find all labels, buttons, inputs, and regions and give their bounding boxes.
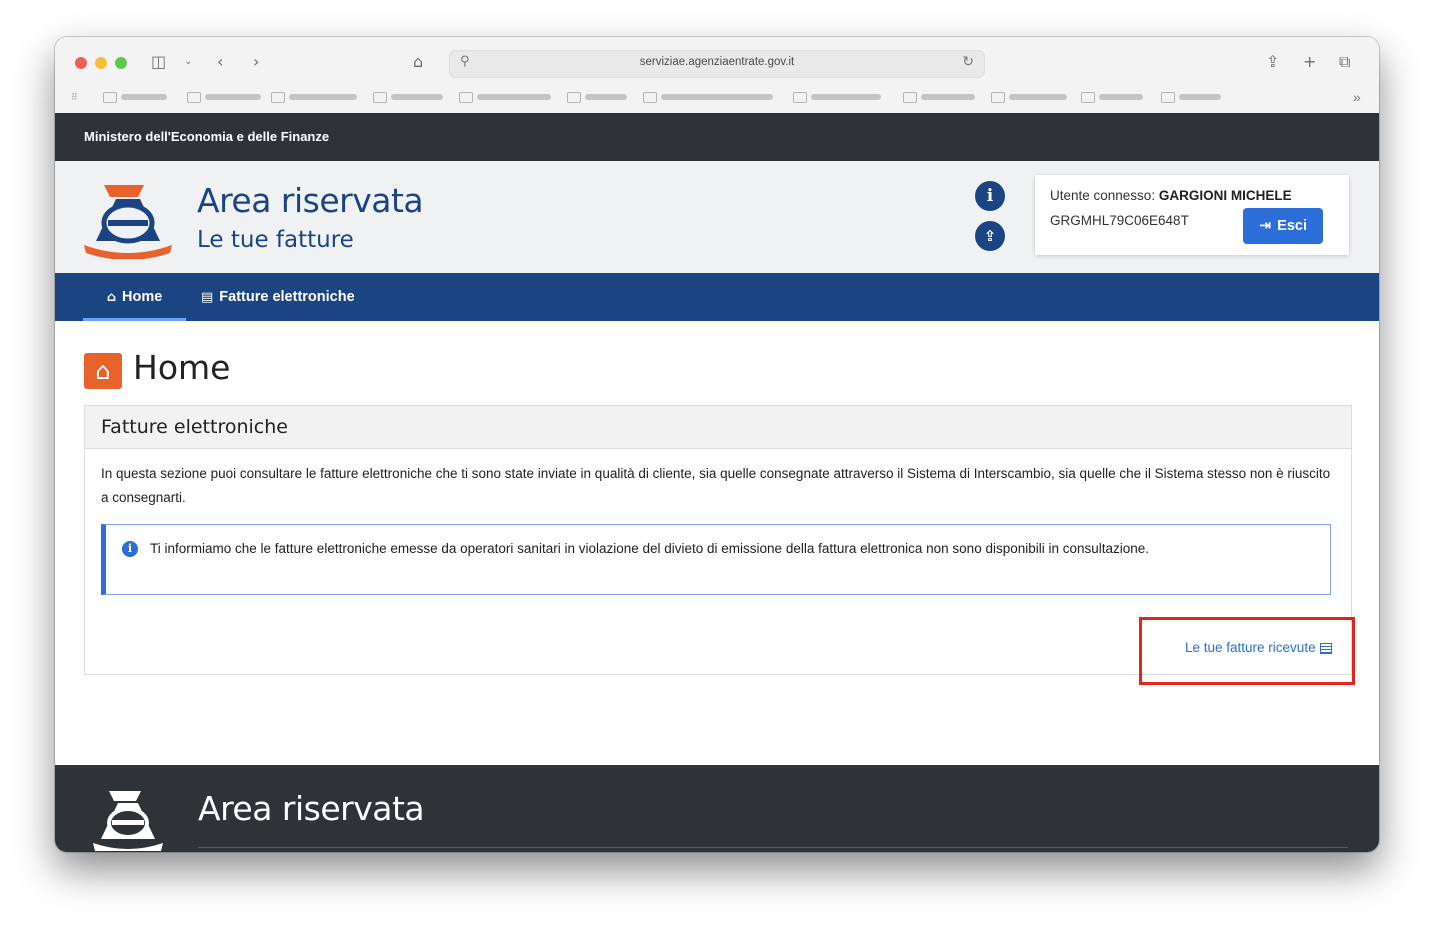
- address-bar[interactable]: ⚲ serviziae.agenziaentrate.gov.it ↻: [449, 50, 985, 78]
- alert-text: Ti informiamo che le fatture elettronich…: [150, 541, 1150, 556]
- logout-button[interactable]: ⇥ Esci: [1243, 208, 1323, 244]
- card-title: Fatture elettroniche: [101, 416, 288, 438]
- minimize-window-button[interactable]: [95, 57, 107, 69]
- info-icon: i: [122, 541, 138, 557]
- upload-button[interactable]: ⇪: [975, 221, 1005, 251]
- nav-fatture-label: Fatture elettroniche: [219, 289, 355, 305]
- ministry-bar: Ministero dell'Economia e delle Finanze: [55, 113, 1379, 161]
- bookmark-folder[interactable]: [643, 91, 773, 103]
- page-title: Home: [133, 348, 231, 387]
- bookmark-folder[interactable]: [1161, 91, 1221, 103]
- sidebar-toggle-icon[interactable]: ◫: [151, 51, 166, 73]
- logout-icon: ⇥: [1259, 218, 1272, 234]
- home-icon[interactable]: ⌂: [413, 51, 423, 73]
- new-tab-icon[interactable]: +: [1303, 51, 1316, 73]
- share-icon[interactable]: ⇪: [1266, 51, 1279, 73]
- bookmark-folder[interactable]: [373, 91, 443, 103]
- home-icon: ⌂: [106, 290, 116, 305]
- chevron-down-icon[interactable]: ⌄: [184, 51, 192, 73]
- highlight-box: [1139, 617, 1355, 685]
- home-icon: ⌂: [84, 353, 122, 389]
- footer-divider: [198, 847, 1348, 848]
- nav-home[interactable]: ⌂ Home: [83, 273, 186, 321]
- connected-user-name: GARGIONI MICHELE: [1158, 188, 1292, 203]
- nav-home-label: Home: [122, 289, 163, 305]
- site-subtitle: Le tue fatture: [197, 227, 354, 253]
- nav-fatture-elettroniche[interactable]: ▤ Fatture elettroniche: [201, 273, 355, 321]
- close-window-button[interactable]: [75, 57, 87, 69]
- site-title: Area riservata: [197, 181, 424, 220]
- bookmark-folder[interactable]: [103, 91, 167, 103]
- bookmarks-grid-icon[interactable]: ⠿: [71, 91, 78, 103]
- tab-overview-icon[interactable]: ⧉: [1339, 51, 1350, 73]
- footer-logo: [93, 791, 163, 851]
- main-content: ⌂ Home Fatture elettroniche In questa se…: [55, 321, 1379, 765]
- bookmark-folder[interactable]: [187, 91, 261, 103]
- reload-icon[interactable]: ↻: [962, 54, 974, 70]
- zoom-window-button[interactable]: [115, 57, 127, 69]
- ministry-link[interactable]: Ministero dell'Economia e delle Finanze: [84, 129, 329, 144]
- footer-title: Area riservata: [198, 789, 425, 828]
- bookmark-folder[interactable]: [1081, 91, 1143, 103]
- info-alert: i Ti informiamo che le fatture elettroni…: [101, 524, 1331, 595]
- user-panel: Utente connesso: GARGIONI MICHELE GRGMHL…: [1035, 175, 1349, 255]
- bookmark-folder[interactable]: [459, 91, 551, 103]
- browser-window: ◫ ⌄ ‹ › ⌂ ⚲ serviziae.agenziaentrate.gov…: [55, 37, 1379, 852]
- forward-icon[interactable]: ›: [253, 51, 259, 73]
- back-icon[interactable]: ‹: [217, 51, 223, 73]
- fiscal-code: GRGMHL79C06E648T: [1050, 213, 1189, 228]
- main-nav: ⌂ Home ▤ Fatture elettroniche: [55, 273, 1379, 321]
- connected-user: Utente connesso: GARGIONI MICHELE: [1050, 188, 1292, 203]
- agenzia-entrate-logo[interactable]: [82, 179, 174, 259]
- card-description: In questa sezione puoi consultare le fat…: [101, 466, 1331, 505]
- bookmark-folder[interactable]: [793, 91, 881, 103]
- connected-user-label: Utente connesso:: [1050, 188, 1156, 203]
- bookmark-folder[interactable]: [991, 91, 1067, 103]
- invoice-list-icon: ▤: [201, 290, 214, 305]
- bookmark-folder[interactable]: [903, 91, 975, 103]
- info-button[interactable]: i: [975, 181, 1005, 211]
- site-footer: Area riservata: [55, 765, 1379, 852]
- bookmark-folder[interactable]: [567, 91, 627, 103]
- card-header: Fatture elettroniche: [85, 406, 1351, 449]
- bookmarks-bar: ⠿ »: [55, 87, 1379, 109]
- site-header: Area riservata Le tue fatture i ⇪ Utente…: [55, 161, 1379, 273]
- bookmark-folder[interactable]: [271, 91, 357, 103]
- url-text: serviziae.agenziaentrate.gov.it: [639, 56, 795, 68]
- browser-chrome: ◫ ⌄ ‹ › ⌂ ⚲ serviziae.agenziaentrate.gov…: [55, 37, 1379, 114]
- bookmarks-more-button[interactable]: »: [1353, 89, 1361, 105]
- logout-label: Esci: [1277, 218, 1307, 234]
